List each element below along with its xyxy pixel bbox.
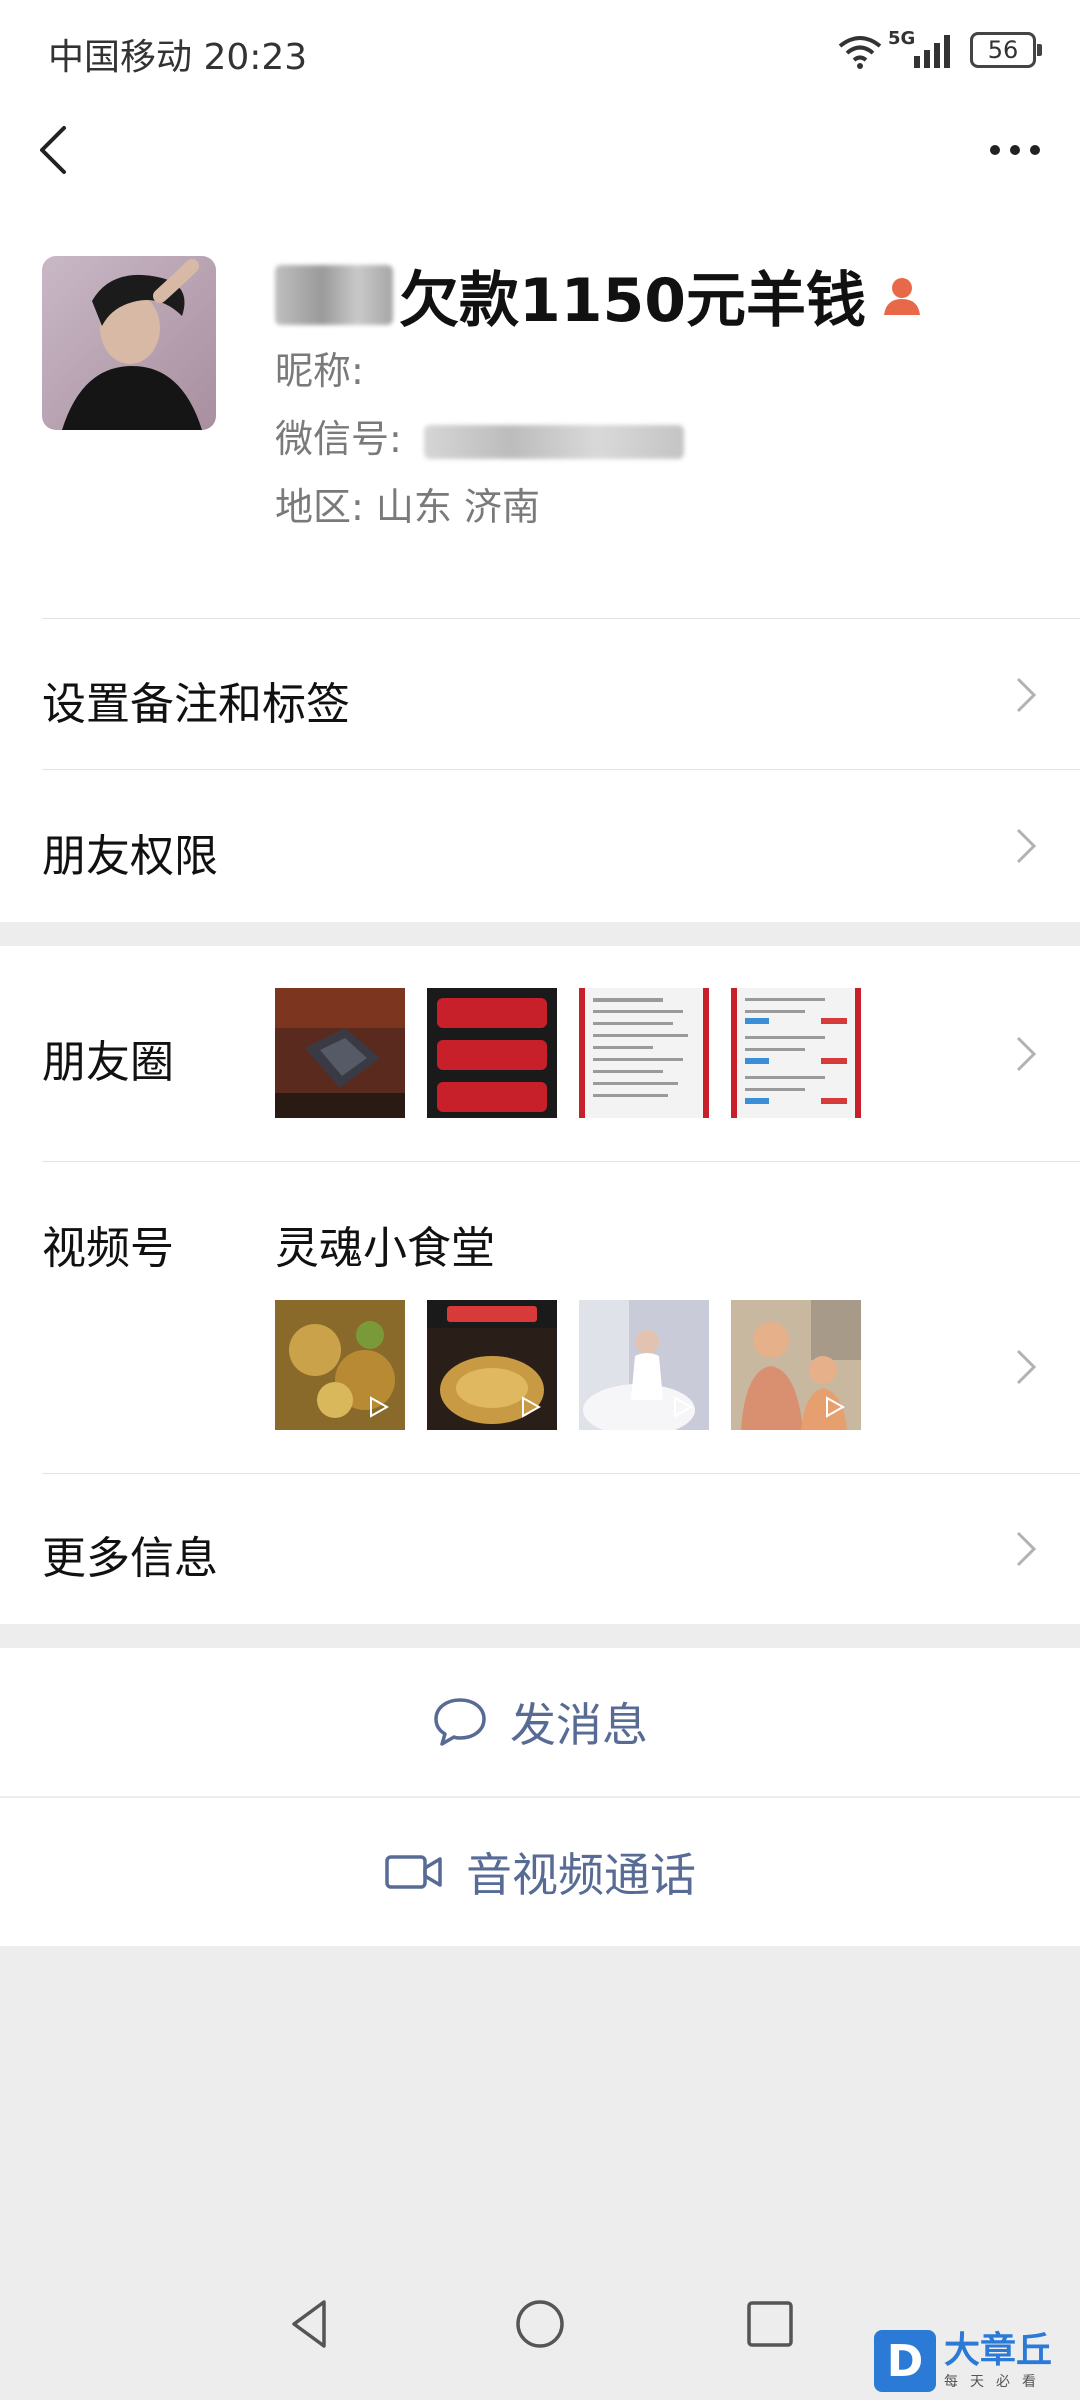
friend-permissions-row[interactable]: 朋友权限 bbox=[0, 770, 1080, 922]
moments-label: 朋友圈 bbox=[42, 1037, 174, 1088]
video-call-button[interactable]: 音视频通话 bbox=[0, 1798, 1080, 1946]
nickname-label: 昵称: bbox=[275, 349, 364, 393]
channel-video-thumbnail[interactable] bbox=[427, 1300, 557, 1430]
channel-video-thumbnail[interactable] bbox=[579, 1300, 709, 1430]
name-redacted bbox=[275, 265, 393, 325]
chevron-right-icon bbox=[1016, 677, 1037, 713]
avatar[interactable] bbox=[42, 256, 216, 430]
title-bar bbox=[0, 100, 1080, 200]
moments-thumbnails bbox=[275, 988, 861, 1118]
channels-name: 灵魂小食堂 bbox=[275, 1223, 495, 1274]
watermark-logo-mark: D bbox=[874, 2330, 936, 2392]
remark-tags-row[interactable]: 设置备注和标签 bbox=[0, 620, 1080, 770]
wechat-id-line: 微信号: bbox=[275, 408, 684, 463]
contact-name-text: 欠款1150元羊钱 bbox=[399, 265, 866, 336]
watermark-subtitle: 每天必看 bbox=[944, 2374, 1048, 2390]
status-icons: 5G 56 bbox=[838, 28, 1042, 76]
contact-profile-page: 中国移动 20:23 5G 56 欠款1150元羊钱 昵称: 微信号: 地区: … bbox=[0, 0, 1080, 2400]
play-icon bbox=[674, 1396, 693, 1418]
channel-video-thumbnail[interactable] bbox=[275, 1300, 405, 1430]
region-text: 地区: 山东 济南 bbox=[275, 485, 540, 529]
channels-label: 视频号 bbox=[42, 1223, 174, 1274]
send-message-label: 发消息 bbox=[510, 1698, 648, 1752]
battery-icon: 56 bbox=[970, 32, 1042, 68]
chat-bubble-icon bbox=[434, 1698, 486, 1746]
wechat-id-redacted bbox=[423, 424, 684, 459]
more-info-label: 更多信息 bbox=[42, 1533, 218, 1584]
wechat-id-label: 微信号: bbox=[275, 417, 402, 461]
profile-header: 欠款1150元羊钱 昵称: 微信号: 地区: 山东 济南 bbox=[0, 200, 1080, 620]
moment-thumbnail[interactable] bbox=[731, 988, 861, 1118]
channel-video-thumbnail[interactable] bbox=[731, 1300, 861, 1430]
watermark-logo: D 大章丘 每天必看 bbox=[874, 2322, 1080, 2400]
chevron-right-icon bbox=[1016, 1036, 1037, 1072]
more-info-row[interactable]: 更多信息 bbox=[0, 1474, 1080, 1624]
more-options-icon[interactable] bbox=[980, 120, 1050, 180]
moment-thumbnail[interactable] bbox=[275, 988, 405, 1118]
play-icon bbox=[370, 1396, 389, 1418]
video-camera-icon bbox=[385, 1855, 442, 1889]
video-call-label: 音视频通话 bbox=[466, 1848, 696, 1902]
channels-row[interactable]: 视频号 灵魂小食堂 bbox=[0, 1162, 1080, 1474]
friend-permissions-label: 朋友权限 bbox=[42, 831, 218, 882]
remark-tags-label: 设置备注和标签 bbox=[42, 679, 350, 730]
channels-thumbnails bbox=[275, 1300, 861, 1430]
video-call-content: 音视频通话 bbox=[0, 1798, 1080, 1946]
play-icon bbox=[826, 1396, 845, 1418]
send-message-button[interactable]: 发消息 bbox=[0, 1648, 1080, 1796]
watermark-text: 大章丘 每天必看 bbox=[944, 2331, 1052, 2391]
play-icon bbox=[522, 1396, 541, 1418]
chevron-right-icon bbox=[1016, 1349, 1037, 1385]
nickname-line: 昵称: bbox=[275, 340, 364, 395]
nav-recents-icon[interactable] bbox=[740, 2294, 800, 2354]
contact-name: 欠款1150元羊钱 bbox=[275, 255, 924, 336]
carrier-time: 中国移动 20:23 bbox=[48, 37, 308, 78]
moment-thumbnail[interactable] bbox=[579, 988, 709, 1118]
nav-back-icon[interactable] bbox=[280, 2294, 340, 2354]
divider bbox=[42, 618, 1080, 619]
person-icon bbox=[884, 278, 920, 315]
send-message-content: 发消息 bbox=[0, 1648, 1080, 1796]
watermark-title: 大章丘 bbox=[944, 2330, 1053, 2371]
chevron-right-icon bbox=[1016, 828, 1037, 864]
back-arrow-icon[interactable] bbox=[28, 120, 88, 180]
moments-row[interactable]: 朋友圈 bbox=[0, 946, 1080, 1162]
region-line: 地区: 山东 济南 bbox=[275, 476, 540, 531]
battery-level: 56 bbox=[987, 36, 1019, 64]
wifi-icon bbox=[838, 36, 882, 69]
status-bar: 中国移动 20:23 5G 56 bbox=[0, 0, 1080, 100]
chevron-right-icon bbox=[1016, 1531, 1037, 1567]
nav-home-icon[interactable] bbox=[510, 2294, 570, 2354]
moment-thumbnail[interactable] bbox=[427, 988, 557, 1118]
signal-icon bbox=[914, 35, 950, 68]
